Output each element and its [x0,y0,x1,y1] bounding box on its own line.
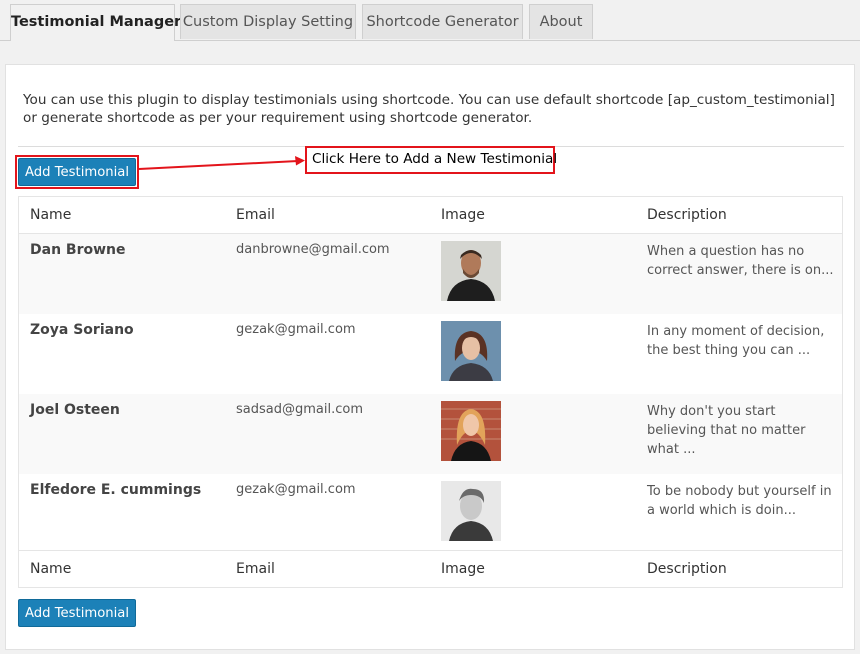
add-testimonial-button[interactable]: Add Testimonial [18,158,136,186]
nav-tabs: Testimonial Manager Custom Display Setti… [0,0,860,41]
table-row: Zoya Soriano gezak@gmail.com In any mome… [19,314,842,394]
intro-line-1: You can use this plugin to display testi… [23,92,835,108]
table-row: Dan Browne danbrowne@gmail.com When a qu… [19,234,842,314]
testimonial-description: In any moment of decision, the best thin… [647,324,825,358]
testimonial-name[interactable]: Zoya Soriano [30,322,134,338]
table-header: Name Email Image Description [19,197,842,234]
avatar [441,321,501,381]
tab-shortcode-generator[interactable]: Shortcode Generator [362,4,523,39]
testimonial-email: gezak@gmail.com [236,482,356,497]
testimonial-panel: You can use this plugin to display testi… [5,64,855,650]
intro-text: You can use this plugin to display testi… [23,91,843,127]
tab-about[interactable]: About [529,4,593,39]
column-footer-image: Image [441,561,485,577]
table-footer: Name Email Image Description [19,550,842,587]
avatar [441,241,501,301]
testimonial-email: sadsad@gmail.com [236,402,363,417]
avatar [441,401,501,461]
column-footer-email[interactable]: Email [236,551,275,587]
column-header-name[interactable]: Name [30,197,71,233]
testimonials-table: Name Email Image Description Dan Browne … [18,196,843,588]
annotation-callout: Click Here to Add a New Testimonial [305,146,557,174]
table-body: Dan Browne danbrowne@gmail.com When a qu… [19,234,842,554]
testimonial-name[interactable]: Dan Browne [30,242,126,258]
column-footer-name[interactable]: Name [30,551,71,587]
intro-line-2: or generate shortcode as per your requir… [23,110,533,126]
testimonial-description: Why don't you start believing that no ma… [647,404,806,457]
column-header-email[interactable]: Email [236,197,275,233]
tab-testimonial-manager[interactable]: Testimonial Manager [10,4,181,41]
testimonial-name[interactable]: Elfedore E. cummings [30,482,201,498]
testimonial-name[interactable]: Joel Osteen [30,402,120,418]
column-header-description: Description [647,207,727,223]
tab-custom-display-setting[interactable]: Custom Display Setting [180,4,356,39]
testimonial-email: danbrowne@gmail.com [236,242,390,257]
testimonial-email: gezak@gmail.com [236,322,356,337]
testimonial-description: When a question has no correct answer, t… [647,244,834,278]
column-footer-description: Description [647,561,727,577]
table-row: Elfedore E. cummings gezak@gmail.com To … [19,474,842,554]
add-testimonial-button-bottom[interactable]: Add Testimonial [18,599,136,627]
avatar [441,481,501,541]
table-row: Joel Osteen sadsad@gmail.com Why don't y… [19,394,842,474]
testimonial-description: To be nobody but yourself in a world whi… [647,484,832,518]
column-header-image: Image [441,207,485,223]
